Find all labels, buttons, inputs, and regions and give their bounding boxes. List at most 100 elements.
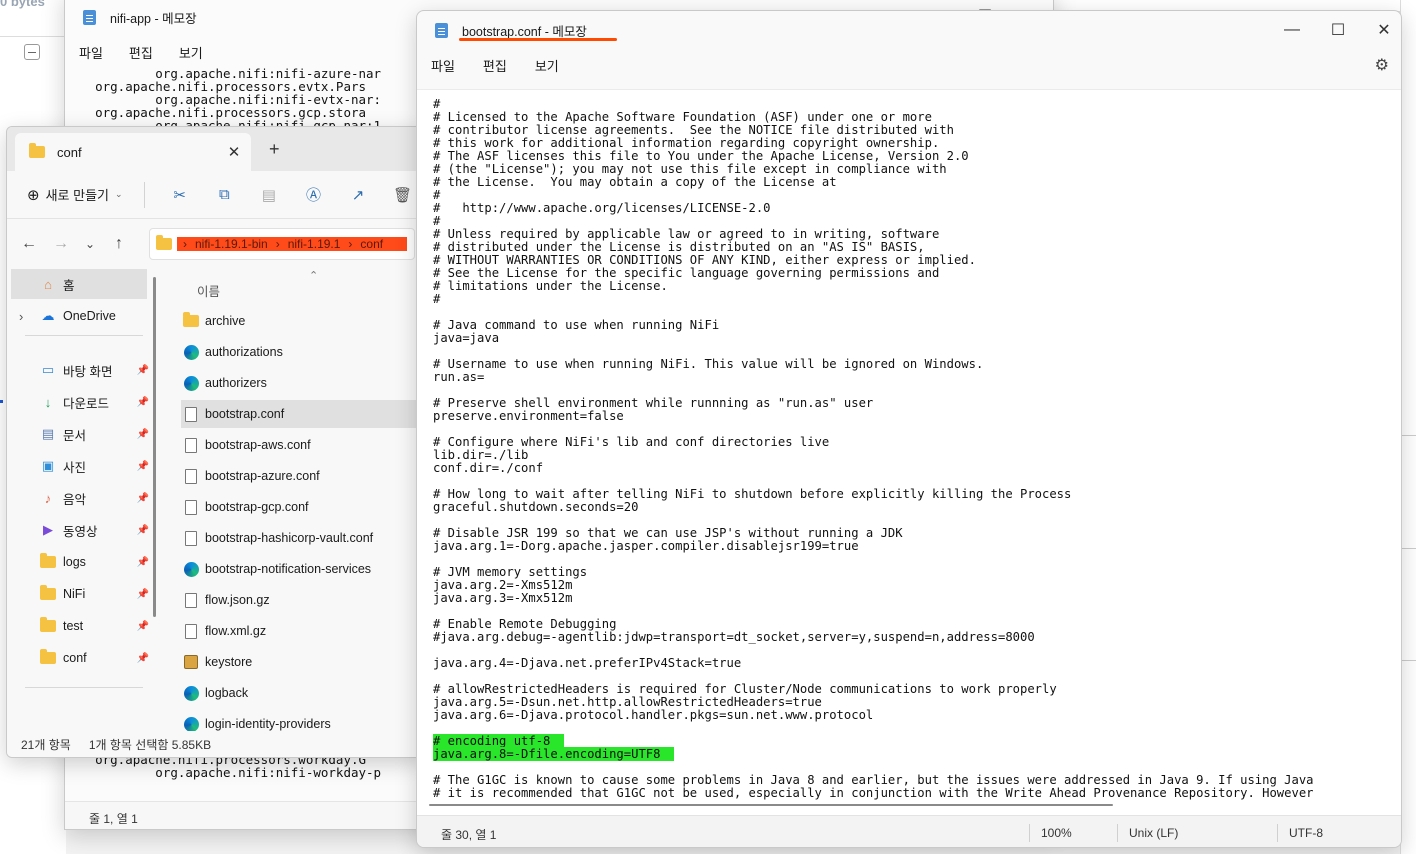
nav-item-nifi[interactable]: NiFi 📌 bbox=[7, 579, 155, 609]
menu-view[interactable]: 보기 bbox=[535, 56, 559, 75]
video-icon: ▶ bbox=[43, 522, 53, 537]
file-icon bbox=[181, 437, 201, 453]
file-name: login-identity-providers bbox=[205, 717, 331, 731]
nav-item-label: 문서 bbox=[63, 428, 87, 443]
line-ending: Unix (LF) bbox=[1129, 826, 1179, 840]
recent-locations-icon[interactable]: ⌄ bbox=[77, 237, 103, 251]
file-row[interactable]: bootstrap-aws.conf bbox=[181, 431, 425, 459]
pin-icon[interactable]: 📌 bbox=[137, 621, 149, 632]
title-annotation-underline bbox=[459, 38, 617, 41]
certificate-icon bbox=[181, 655, 201, 669]
breadcrumb-highlight: › nifi-1.19.1-bin › nifi-1.19.1 › conf bbox=[177, 237, 407, 251]
notepad-icon bbox=[435, 23, 448, 38]
zoom-level: 100% bbox=[1041, 826, 1072, 840]
code-line: java.arg.3=-Xmx512m bbox=[433, 591, 573, 605]
file-row[interactable]: flow.json.gz bbox=[181, 586, 425, 614]
close-icon[interactable]: ✕ bbox=[1361, 11, 1401, 49]
collapse-icon[interactable] bbox=[24, 44, 40, 60]
tab-title: conf bbox=[57, 144, 82, 160]
nav-item-동영상[interactable]: ▶ 동영상 📌 bbox=[7, 515, 155, 545]
nav-item-onedrive[interactable]: › ☁ OneDrive bbox=[7, 301, 155, 331]
nifi-cursor-position: 줄 1, 열 1 bbox=[89, 812, 138, 826]
selection-info: 1개 항목 선택함 5.85KB bbox=[88, 737, 212, 752]
expand-chevron-icon[interactable]: › bbox=[19, 309, 23, 324]
desktop-icon: ▭ bbox=[41, 362, 55, 377]
new-button[interactable]: ⊕ 새로 만들기 ⌄ bbox=[7, 185, 138, 204]
nav-item-logs[interactable]: logs 📌 bbox=[7, 547, 155, 577]
rename-icon[interactable]: Ⓐ bbox=[291, 184, 336, 205]
cut-icon[interactable]: ✂ bbox=[157, 186, 202, 204]
nav-item-test[interactable]: test 📌 bbox=[7, 611, 155, 641]
nav-item-사진[interactable]: ▣ 사진 📌 bbox=[7, 451, 155, 481]
file-row[interactable]: bootstrap-hashicorp-vault.conf bbox=[181, 524, 425, 552]
settings-gear-icon[interactable]: ⚙ bbox=[1375, 55, 1389, 75]
code-line: conf.dir=./conf bbox=[433, 461, 544, 475]
code-line: # http://www.apache.org/licenses/LICENSE… bbox=[433, 201, 771, 215]
breadcrumb[interactable]: › nifi-1.19.1-bin › nifi-1.19.1 › conf bbox=[149, 228, 415, 260]
nav-item-다운로드[interactable]: ↓ 다운로드 📌 bbox=[7, 387, 155, 417]
file-row[interactable]: authorizers bbox=[181, 369, 425, 397]
code-line: # Java command to use when running NiFi bbox=[433, 318, 720, 332]
file-row[interactable]: archive bbox=[181, 307, 425, 335]
code-line: # limitations under the License. bbox=[433, 279, 668, 293]
pin-icon[interactable]: 📌 bbox=[137, 493, 149, 504]
pin-icon[interactable]: 📌 bbox=[137, 461, 149, 472]
menu-edit[interactable]: 편집 bbox=[483, 56, 507, 75]
pin-icon[interactable]: 📌 bbox=[137, 557, 149, 568]
file-row[interactable]: authorizations bbox=[181, 338, 425, 366]
paste-icon[interactable]: ▤ bbox=[247, 186, 292, 204]
file-row[interactable]: logback bbox=[181, 679, 425, 707]
code-line: # Username to use when running NiFi. Thi… bbox=[433, 357, 984, 371]
nav-item-label: 사진 bbox=[63, 460, 87, 475]
text-editor[interactable]: # # Licensed to the Apache Software Found… bbox=[417, 89, 1401, 817]
pin-icon[interactable]: 📌 bbox=[137, 653, 149, 664]
file-row[interactable]: keystore bbox=[181, 648, 425, 676]
file-name: authorizers bbox=[205, 376, 267, 390]
file-row[interactable]: bootstrap-azure.conf bbox=[181, 462, 425, 490]
file-name: flow.json.gz bbox=[205, 593, 270, 607]
close-tab-icon[interactable]: ✕ bbox=[223, 141, 245, 163]
bootstrap-titlebar[interactable]: bootstrap.conf - 메모장 — ☐ ✕ bbox=[417, 11, 1401, 47]
menu-file[interactable]: 파일 bbox=[431, 56, 455, 75]
minimize-icon[interactable]: — bbox=[1269, 11, 1315, 49]
horizontal-scrollbar[interactable] bbox=[429, 804, 1113, 806]
pin-icon[interactable]: 📌 bbox=[137, 589, 149, 600]
copy-icon[interactable]: ⧉ bbox=[202, 186, 247, 203]
code-line: # it is recommended that G1GC not be use… bbox=[433, 786, 1314, 800]
menu-file[interactable]: 파일 bbox=[79, 43, 103, 62]
file-row[interactable]: bootstrap-gcp.conf bbox=[181, 493, 425, 521]
share-icon[interactable]: ↗ bbox=[336, 186, 381, 204]
nav-item-음악[interactable]: ♪ 음악 📌 bbox=[7, 483, 155, 513]
back-icon[interactable]: ← bbox=[13, 235, 45, 253]
pin-icon[interactable]: 📌 bbox=[137, 397, 149, 408]
new-tab-icon[interactable]: + bbox=[269, 139, 280, 160]
nav-item-conf[interactable]: conf 📌 bbox=[7, 643, 155, 673]
file-row[interactable]: bootstrap.conf bbox=[181, 400, 425, 428]
nav-item-문서[interactable]: ▤ 문서 📌 bbox=[7, 419, 155, 449]
breadcrumb-item[interactable]: conf bbox=[360, 237, 383, 251]
breadcrumb-item[interactable]: nifi-1.19.1-bin bbox=[195, 237, 268, 251]
column-header-name[interactable]: 이름 bbox=[197, 281, 220, 300]
up-icon[interactable]: ↑ bbox=[103, 235, 135, 253]
menu-view[interactable]: 보기 bbox=[179, 43, 203, 62]
document-icon: ▤ bbox=[41, 426, 55, 441]
edge-icon bbox=[181, 561, 201, 577]
tab-conf[interactable]: conf ✕ bbox=[15, 133, 251, 171]
nav-item-label: 바탕 화면 bbox=[63, 364, 113, 379]
forward-icon[interactable]: → bbox=[45, 235, 77, 253]
file-row[interactable]: flow.xml.gz bbox=[181, 617, 425, 645]
nav-item-바탕-화면[interactable]: ▭ 바탕 화면 📌 bbox=[7, 355, 155, 385]
breadcrumb-item[interactable]: nifi-1.19.1 bbox=[288, 237, 341, 251]
maximize-icon[interactable]: ☐ bbox=[1315, 11, 1361, 49]
pin-icon[interactable]: 📌 bbox=[137, 525, 149, 536]
background-divider bbox=[1401, 548, 1416, 549]
edge-icon bbox=[181, 344, 201, 360]
pin-icon[interactable]: 📌 bbox=[137, 365, 149, 376]
nav-item-홈[interactable]: ⌂ 홈 bbox=[11, 269, 147, 299]
pin-icon[interactable]: 📌 bbox=[137, 429, 149, 440]
explorer-body: ⌂ 홈 › ☁ OneDrive ▭ 바탕 화면 📌 ↓ 다운로드 📌 ▤ 문서 📌 ▣ 사진 📌 ♪ 음악 📌 ▶ 동영… bbox=[7, 269, 425, 732]
menu-edit[interactable]: 편집 bbox=[129, 43, 153, 62]
command-bar: ⊕ 새로 만들기 ⌄ ✂ ⧉ ▤ Ⓐ ↗ 🗑 bbox=[7, 171, 425, 219]
file-name: bootstrap-azure.conf bbox=[205, 469, 320, 483]
file-row[interactable]: bootstrap-notification-services bbox=[181, 555, 425, 583]
